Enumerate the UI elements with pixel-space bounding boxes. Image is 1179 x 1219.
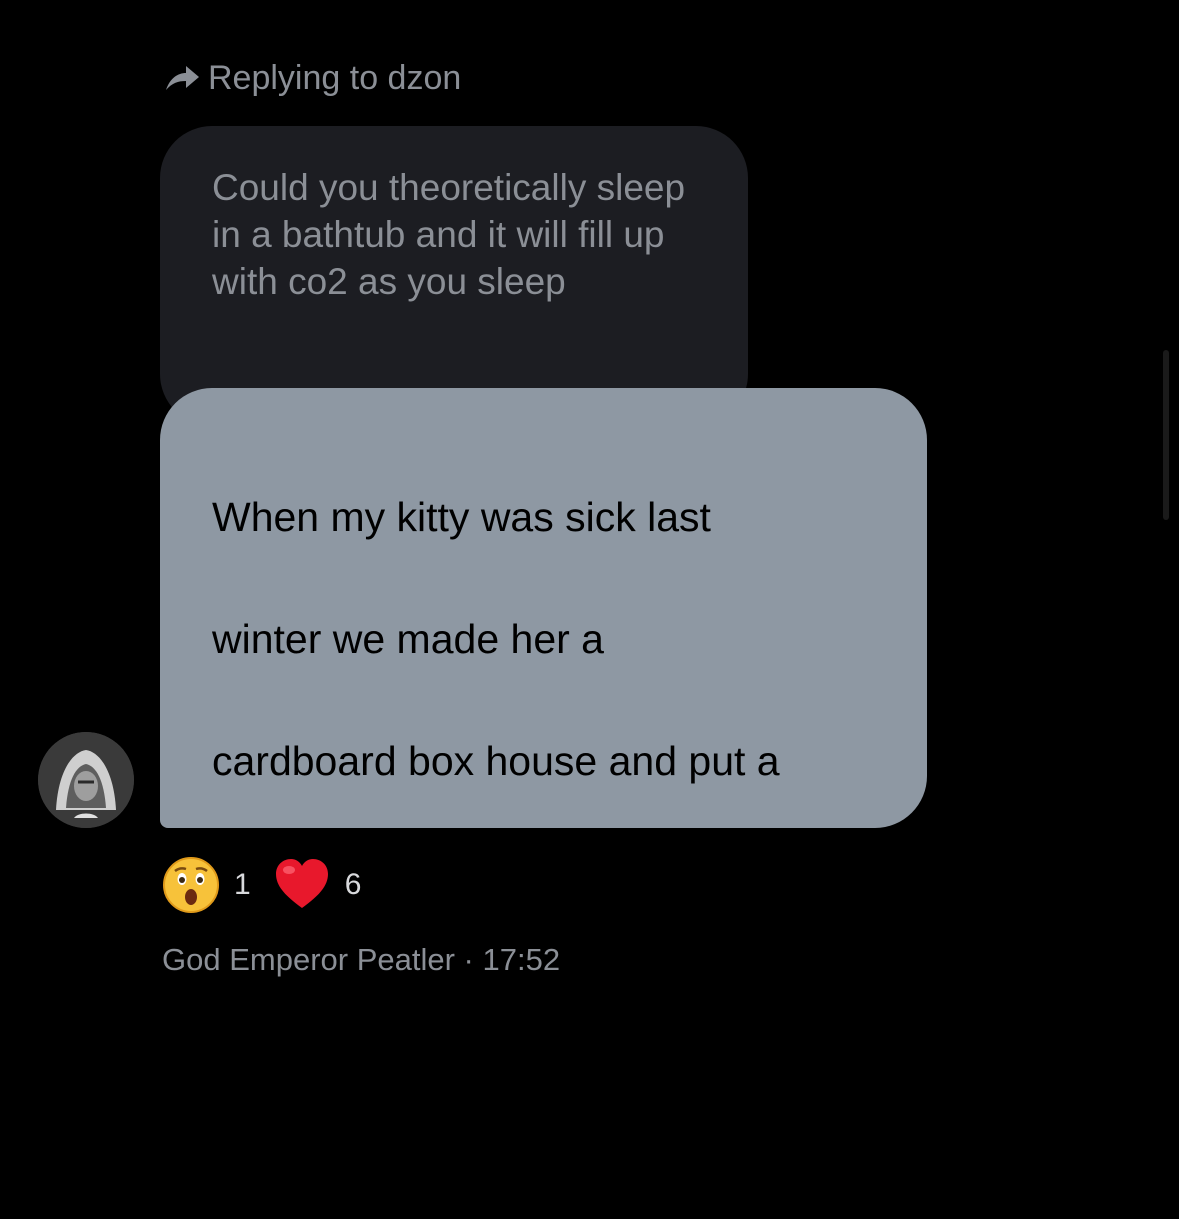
- message-bubble[interactable]: When my kitty was sick last winter we ma…: [160, 388, 927, 1150]
- reply-arrow-icon: [162, 58, 202, 98]
- message-line: emerge much strengthened: [212, 1104, 714, 1150]
- reaction-count: 1: [234, 868, 251, 901]
- message-line: would pass out for hours and: [212, 982, 739, 1028]
- author-name[interactable]: God Emperor Peatler: [162, 942, 455, 977]
- quoted-message-bubble[interactable]: Could you theoretically sleep in a batht…: [160, 126, 748, 426]
- reaction-count: 6: [344, 868, 362, 901]
- surprised-face-icon: [163, 857, 219, 913]
- message-line: cardboard box house and put a: [212, 738, 780, 784]
- red-heart-icon: [275, 859, 328, 908]
- replying-to-header: Replying to dzon: [162, 58, 461, 98]
- replying-to-text: Replying to dzon: [208, 59, 462, 97]
- scrollbar[interactable]: [1163, 350, 1169, 520]
- quoted-message-text: Could you theoretically sleep in a batht…: [212, 167, 686, 302]
- reaction-surprised[interactable]: 1: [162, 856, 251, 914]
- reaction-heart[interactable]: 6: [273, 856, 362, 914]
- meta-separator: ·: [454, 942, 483, 977]
- avatar[interactable]: [38, 732, 134, 828]
- message-line: When my kitty was sick last: [212, 494, 711, 540]
- message-line: winter we made her a: [212, 616, 604, 662]
- reactions-row: 1 6: [162, 856, 383, 914]
- timestamp: 17:52: [482, 942, 561, 977]
- message-meta: God Emperor Peatler · 17:52: [162, 940, 560, 980]
